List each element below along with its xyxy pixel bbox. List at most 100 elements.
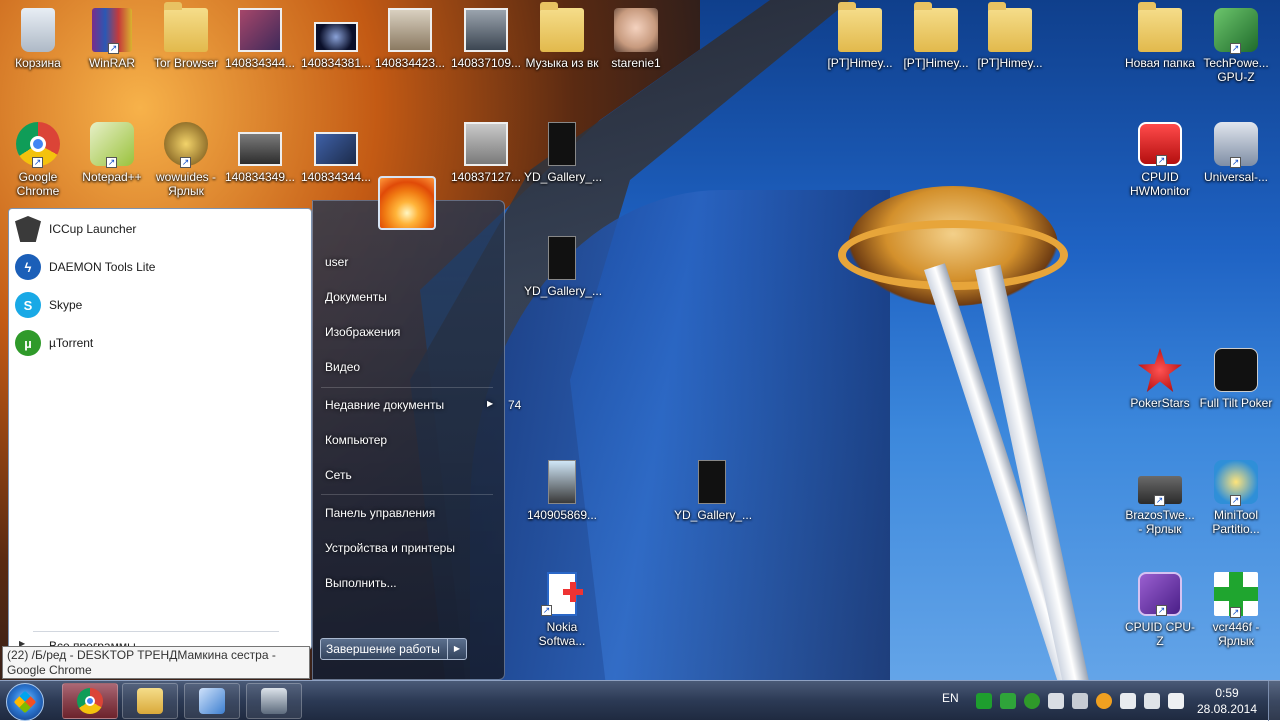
desktop-icon-image[interactable]: 140834344...	[222, 8, 298, 70]
desktop-icon-image[interactable]: 140834349...	[222, 122, 298, 184]
utorrent-icon[interactable]	[1024, 693, 1040, 709]
desktop-icon-minitool[interactable]: ↗ MiniTool Partitio...	[1198, 460, 1274, 536]
program-label: Skype	[49, 298, 83, 312]
desktop-icon-pokerstars[interactable]: PokerStars	[1122, 348, 1198, 410]
desktop-icon-label: Tor Browser	[153, 56, 218, 70]
desktop-icon-image[interactable]: 140905869...	[524, 460, 600, 522]
desktop-icon-vcr446f[interactable]: ↗ vcr446f - Ярлык	[1198, 572, 1274, 648]
desktop-icon-new-folder[interactable]: Новая папка	[1122, 2, 1198, 70]
wow-icon: ↗	[164, 122, 208, 168]
cpuz-icon: ↗	[1138, 572, 1182, 616]
shutdown-button[interactable]: Завершение работы ▶	[320, 638, 467, 660]
program-skype[interactable]: S Skype	[15, 287, 82, 323]
program-daemon-tools[interactable]: ϟ DAEMON Tools Lite	[15, 249, 155, 285]
desktop-icon-cpuz[interactable]: ↗ CPUID CPU-Z	[1122, 572, 1198, 648]
desktop-icon-recycle-bin[interactable]: Корзина	[0, 8, 76, 70]
desktop-icon-label: WinRAR	[88, 56, 135, 70]
desktop-icon-image[interactable]: 140837109...	[448, 8, 524, 70]
start-link-run[interactable]: Выполнить...	[325, 576, 397, 590]
volume-icon[interactable]	[1168, 693, 1184, 709]
update-icon[interactable]	[1096, 693, 1112, 709]
desktop-icon-starenie[interactable]: starenie1	[598, 8, 674, 70]
desktop-icon-winrar[interactable]: ↗ WinRAR	[74, 8, 150, 70]
partial-icon-label: 74	[508, 398, 522, 412]
desktop-icon-label: PokerStars	[1130, 396, 1190, 410]
desktop-icon-tor-browser[interactable]: Tor Browser	[148, 2, 224, 70]
desktop-icon-fulltilt[interactable]: Full Tilt Poker	[1198, 348, 1274, 410]
folder-icon	[838, 2, 882, 52]
program-utorrent[interactable]: µ µTorrent	[15, 325, 93, 361]
clock[interactable]: 0:59 28.08.2014	[1190, 685, 1264, 717]
taskbar-button-explorer[interactable]	[122, 683, 178, 719]
program-iccup-launcher[interactable]: ICCup Launcher	[15, 211, 136, 247]
image-icon	[238, 132, 282, 166]
desktop-icon-label: [PT]Himey...	[977, 56, 1043, 70]
start-menu-programs-pane: ICCup Launcher ϟ DAEMON Tools Lite S Sky…	[8, 208, 312, 651]
taskbar-button-monitor[interactable]	[246, 683, 302, 719]
desktop-icon-image[interactable]: 140834381...	[298, 8, 374, 70]
gpuz-icon: ↗	[1214, 8, 1258, 54]
desktop-icon-notepadpp[interactable]: ↗ Notepad++	[74, 122, 150, 184]
minitool-icon: ↗	[1214, 460, 1258, 506]
shutdown-options-arrow-icon[interactable]: ▶	[447, 639, 466, 659]
desktop-icon-wowuides[interactable]: ↗ wowuides - Ярлык	[148, 122, 224, 198]
chip-icon: ↗	[1138, 476, 1182, 506]
taskbar-button-chrome[interactable]	[62, 683, 118, 719]
desktop-icon-label: Корзина	[15, 56, 61, 70]
desktop-icon-hwmonitor[interactable]: ↗ CPUID HWMonitor	[1122, 122, 1198, 198]
desktop-icon-music-folder[interactable]: Музыка из вк	[524, 2, 600, 70]
desktop-icon-image[interactable]: 140834423...	[372, 8, 448, 70]
start-link-pictures[interactable]: Изображения	[325, 325, 400, 339]
flag-icon[interactable]	[1048, 693, 1064, 709]
show-desktop-button[interactable]	[1268, 681, 1280, 721]
desktop-icon-label: 140905869...	[526, 508, 598, 522]
taskbar-button-control-panel[interactable]	[184, 683, 240, 719]
desktop-icon-label: TechPowe... GPU-Z	[1203, 56, 1269, 84]
shortcut-arrow-icon: ↗	[32, 157, 43, 168]
start-link-recent-documents[interactable]: Недавние документы ▶	[325, 398, 493, 412]
folder-icon	[137, 688, 163, 714]
start-link-computer[interactable]: Компьютер	[325, 433, 387, 447]
monitor-icon[interactable]	[1144, 693, 1160, 709]
desktop-icon-yd-gallery[interactable]: YD_Gallery_...	[524, 236, 602, 298]
start-button[interactable]	[6, 683, 44, 721]
desktop-icon-gpuz[interactable]: ↗ TechPowe... GPU-Z	[1198, 8, 1274, 84]
action-center-icon[interactable]	[1120, 693, 1136, 709]
shortcut-arrow-icon: ↗	[1156, 155, 1167, 166]
start-link-user[interactable]: user	[325, 255, 348, 269]
desktop-icon-nokia[interactable]: ↗ Nokia Softwa...	[524, 572, 600, 648]
desktop-icon-label: Universal-...	[1203, 170, 1268, 184]
desktop-icon-google-chrome[interactable]: ↗ Google Chrome	[0, 122, 76, 198]
start-link-network[interactable]: Сеть	[325, 468, 352, 482]
desktop-icon-folder[interactable]: [PT]Himey...	[822, 2, 898, 70]
desktop-icon-folder[interactable]: [PT]Himey...	[972, 2, 1048, 70]
desktop-icon-image[interactable]: 140834344...	[298, 122, 374, 184]
desktop-icon-universal[interactable]: ↗ Universal-...	[1198, 122, 1274, 184]
utorrent-icon: µ	[15, 330, 41, 356]
desktop-icon-label: 140834423...	[374, 56, 446, 70]
battery-icon[interactable]	[976, 693, 992, 709]
recycle-bin-icon	[21, 8, 55, 52]
network-monitor-icon[interactable]	[1072, 693, 1088, 709]
start-link-devices-printers[interactable]: Устройства и принтеры	[325, 541, 455, 555]
iccup-icon	[15, 216, 41, 242]
desktop-icon-yd-gallery[interactable]: YD_Gallery_...	[524, 122, 602, 184]
desktop-icon-image[interactable]: 140837127...	[448, 122, 524, 184]
space-needle-leg	[975, 264, 1094, 711]
user-avatar[interactable]	[378, 176, 436, 230]
desktop-icon-label: YD_Gallery_...	[674, 508, 753, 522]
document-icon	[548, 122, 576, 166]
start-link-videos[interactable]: Видео	[325, 360, 360, 374]
language-indicator[interactable]: EN	[942, 691, 959, 705]
desktop-icon-brazostweaker[interactable]: ↗ BrazosTwe... - Ярлык	[1122, 460, 1198, 536]
start-link-documents[interactable]: Документы	[325, 290, 387, 304]
desktop-icon-folder[interactable]: [PT]Himey...	[898, 2, 974, 70]
winrar-icon: ↗	[92, 8, 132, 54]
folder-icon	[988, 2, 1032, 52]
start-link-control-panel[interactable]: Панель управления	[325, 506, 435, 520]
image-icon	[614, 8, 658, 52]
desktop-icon-label: [PT]Himey...	[903, 56, 969, 70]
desktop-icon-yd-gallery[interactable]: YD_Gallery_...	[674, 460, 753, 522]
clock-date: 28.08.2014	[1196, 702, 1258, 716]
network-icon[interactable]	[1000, 693, 1016, 709]
